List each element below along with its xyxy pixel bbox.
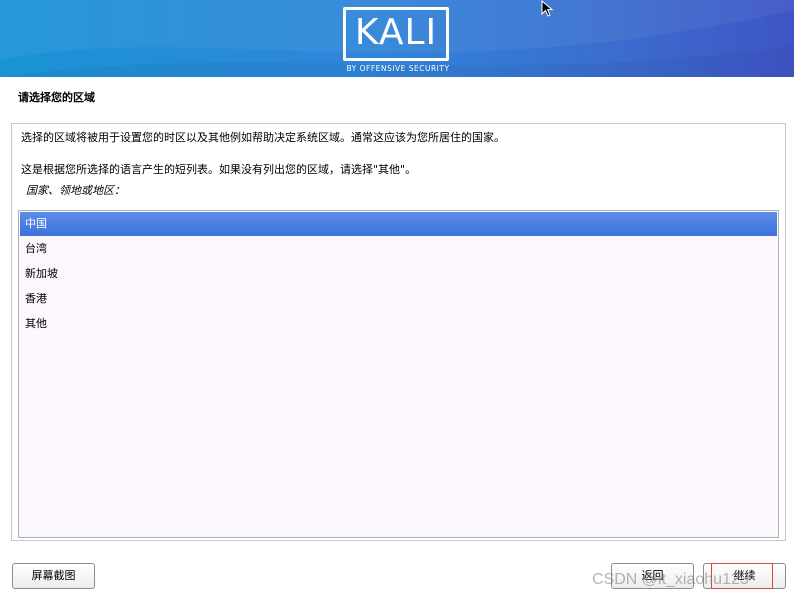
list-item-taiwan[interactable]: 台湾 [20,237,777,261]
region-listbox[interactable]: 中国 台湾 新加坡 香港 其他 [18,210,779,538]
region-field-label: 国家、领地或地区： [26,184,125,197]
back-button[interactable]: 返回 [611,563,694,589]
kali-logo: KALI BY OFFENSIVE SECURITY [343,7,455,74]
description-text: 选择的区域将被用于设置您的时区以及其他例如帮助决定系统区域。通常这应该为您所居住… [21,131,505,144]
page-title: 请选择您的区域 [18,91,95,104]
screenshot-button[interactable]: 屏幕截图 [12,563,95,589]
list-item-other[interactable]: 其他 [20,312,777,336]
header-banner: KALI BY OFFENSIVE SECURITY [0,0,794,77]
list-item-singapore[interactable]: 新加坡 [20,262,777,286]
kali-logo-text: KALI [354,12,438,53]
description-hint: 这是根据您所选择的语言产生的短列表。如果没有列出您的区域，请选择"其他"。 [21,163,417,176]
list-item-china[interactable]: 中国 [20,212,777,236]
continue-button[interactable]: 继续 [703,563,786,589]
list-item-hong-kong[interactable]: 香港 [20,287,777,311]
mouse-pointer-icon [541,0,554,17]
kali-logo-subtitle: BY OFFENSIVE SECURITY [346,64,450,73]
